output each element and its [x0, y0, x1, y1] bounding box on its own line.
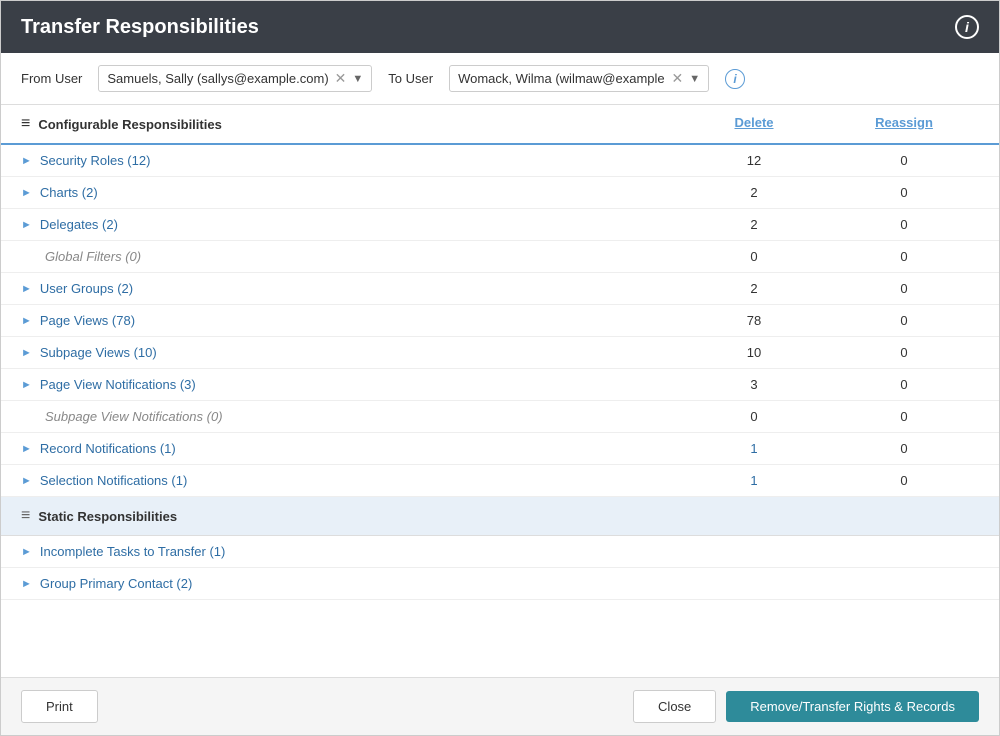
row-label[interactable]: ► User Groups (2) [21, 281, 679, 296]
chevron-right-icon[interactable]: ► [21, 546, 32, 558]
chevron-right-icon[interactable]: ► [21, 475, 32, 487]
chevron-right-icon[interactable]: ► [21, 347, 32, 359]
content-area: Configurable Responsibilities Delete Rea… [1, 105, 999, 677]
table-row: ► Selection Notifications (1) 1 0 [1, 465, 999, 497]
menu-icon [21, 115, 30, 133]
chevron-right-icon[interactable]: ► [21, 187, 32, 199]
table-row: Subpage View Notifications (0) 0 0 [1, 401, 999, 433]
to-user-label: To User [388, 71, 433, 86]
chevron-right-icon[interactable]: ► [21, 315, 32, 327]
reassign-value: 0 [829, 185, 979, 200]
print-button[interactable]: Print [21, 690, 98, 723]
chevron-right-icon[interactable]: ► [21, 283, 32, 295]
reassign-value: 0 [829, 281, 979, 296]
table-row: ► Security Roles (12) 12 0 [1, 145, 999, 177]
to-user-clear-button[interactable]: ✕ [671, 70, 683, 87]
row-label[interactable]: ► Subpage Views (10) [21, 345, 679, 360]
reassign-value: 0 [829, 345, 979, 360]
from-user-clear-button[interactable]: ✕ [335, 70, 347, 87]
configurable-table-header: Configurable Responsibilities Delete Rea… [1, 105, 999, 145]
delete-value: 2 [679, 185, 829, 200]
table-row: ► Record Notifications (1) 1 0 [1, 433, 999, 465]
delete-value: 1 [679, 441, 829, 456]
chevron-right-icon[interactable]: ► [21, 219, 32, 231]
table-row: ► Delegates (2) 2 0 [1, 209, 999, 241]
reassign-value: 0 [829, 249, 979, 264]
row-label: Subpage View Notifications (0) [21, 409, 679, 424]
table-row: ► Page Views (78) 78 0 [1, 305, 999, 337]
table-row: Global Filters (0) 0 0 [1, 241, 999, 273]
to-user-field[interactable]: Womack, Wilma (wilmaw@example ✕ ▼ [449, 65, 709, 92]
from-user-label: From User [21, 71, 82, 86]
configurable-header-label: Configurable Responsibilities [38, 117, 221, 132]
to-user-chevron-icon[interactable]: ▼ [689, 73, 700, 85]
row-label[interactable]: ► Record Notifications (1) [21, 441, 679, 456]
row-label[interactable]: ► Incomplete Tasks to Transfer (1) [21, 544, 679, 559]
table-row: ► Incomplete Tasks to Transfer (1) [1, 536, 999, 568]
delete-value: 3 [679, 377, 829, 392]
user-bar: From User Samuels, Sally (sallys@example… [1, 53, 999, 105]
title-info-icon[interactable]: i [955, 15, 979, 39]
table-row: ► Group Primary Contact (2) [1, 568, 999, 600]
delete-value: 1 [679, 473, 829, 488]
reassign-value: 0 [829, 441, 979, 456]
delete-value: 12 [679, 153, 829, 168]
delete-value: 78 [679, 313, 829, 328]
static-responsibilities-header: Static Responsibilities [21, 507, 679, 525]
delete-value: 10 [679, 345, 829, 360]
delete-value: 2 [679, 217, 829, 232]
reassign-value: 0 [829, 153, 979, 168]
reassign-value: 0 [829, 217, 979, 232]
configurable-responsibilities-header: Configurable Responsibilities [21, 115, 679, 133]
chevron-right-icon[interactable]: ► [21, 443, 32, 455]
row-label[interactable]: ► Page Views (78) [21, 313, 679, 328]
footer: Print Close Remove/Transfer Rights & Rec… [1, 677, 999, 735]
row-label: Global Filters (0) [21, 249, 679, 264]
table-row: ► Page View Notifications (3) 3 0 [1, 369, 999, 401]
configurable-rows-list: ► Security Roles (12) 12 0 ► Charts (2) … [1, 145, 999, 497]
reassign-value: 0 [829, 409, 979, 424]
close-button[interactable]: Close [633, 690, 716, 723]
chevron-right-icon[interactable]: ► [21, 379, 32, 391]
transfer-button[interactable]: Remove/Transfer Rights & Records [726, 691, 979, 722]
row-label[interactable]: ► Security Roles (12) [21, 153, 679, 168]
delete-value: 2 [679, 281, 829, 296]
static-header-label: Static Responsibilities [38, 509, 177, 524]
table-row: ► Charts (2) 2 0 [1, 177, 999, 209]
from-user-field[interactable]: Samuels, Sally (sallys@example.com) ✕ ▼ [98, 65, 372, 92]
static-section-header: Static Responsibilities [1, 497, 999, 536]
static-rows-list: ► Incomplete Tasks to Transfer (1) ► Gro… [1, 536, 999, 600]
delete-value: 0 [679, 249, 829, 264]
reassign-value: 0 [829, 473, 979, 488]
table-row: ► Subpage Views (10) 10 0 [1, 337, 999, 369]
row-label[interactable]: ► Delegates (2) [21, 217, 679, 232]
row-label[interactable]: ► Page View Notifications (3) [21, 377, 679, 392]
reassign-value: 0 [829, 313, 979, 328]
from-user-value: Samuels, Sally (sallys@example.com) [107, 71, 328, 86]
from-user-chevron-icon[interactable]: ▼ [352, 73, 363, 85]
table-row: ► User Groups (2) 2 0 [1, 273, 999, 305]
static-menu-icon [21, 507, 30, 525]
row-label[interactable]: ► Charts (2) [21, 185, 679, 200]
chevron-right-icon[interactable]: ► [21, 155, 32, 167]
dialog-transfer-responsibilities: Transfer Responsibilities i From User Sa… [0, 0, 1000, 736]
dialog-title: Transfer Responsibilities [21, 16, 259, 39]
delete-column-header[interactable]: Delete [679, 115, 829, 133]
reassign-value: 0 [829, 377, 979, 392]
delete-value: 0 [679, 409, 829, 424]
chevron-right-icon[interactable]: ► [21, 578, 32, 590]
row-label[interactable]: ► Group Primary Contact (2) [21, 576, 679, 591]
title-bar: Transfer Responsibilities i [1, 1, 999, 53]
to-user-value: Womack, Wilma (wilmaw@example [458, 71, 665, 86]
user-info-icon[interactable]: i [725, 69, 745, 89]
footer-right-actions: Close Remove/Transfer Rights & Records [633, 690, 979, 723]
row-label[interactable]: ► Selection Notifications (1) [21, 473, 679, 488]
reassign-column-header[interactable]: Reassign [829, 115, 979, 133]
